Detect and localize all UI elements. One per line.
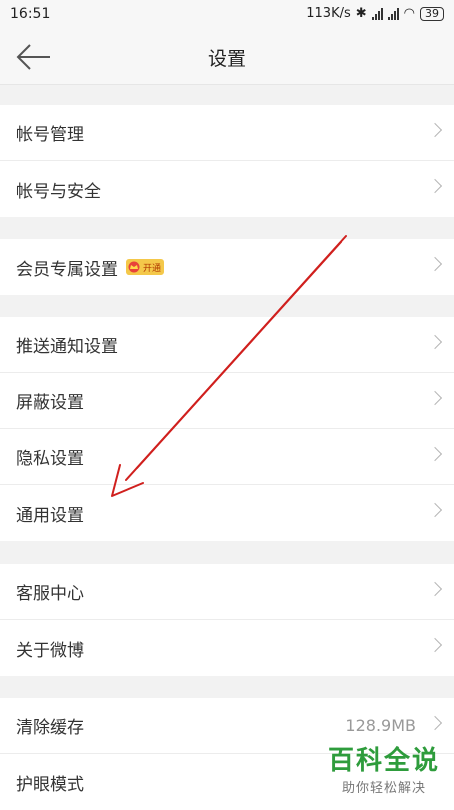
bluetooth-icon: ✱ [355,6,367,21]
status-icons: 113K/s ✱ ◠ 39 [306,6,444,21]
top-nav: 设置 [0,30,454,85]
row-label: 清除缓存 [16,718,84,738]
signal-icon [371,7,383,20]
row-label: 会员专属设置 [16,259,118,280]
chevron-right-icon [427,178,443,194]
watermark-subtitle: 助你轻松解决 [341,781,426,796]
vip-badge-text: 开通 [143,263,162,274]
row-general-settings[interactable]: 通用设置 [0,485,454,541]
chevron-right-icon [427,446,443,462]
row-label: 关于微博 [16,640,84,661]
status-time: 16:51 [10,6,51,22]
row-label: 通用设置 [16,505,84,526]
row-push-notifications[interactable]: 推送通知设置 [0,317,454,373]
row-label: 推送通知设置 [16,337,118,357]
status-bar: 16:51 113K/s ✱ ◠ 39 [0,0,454,30]
chevron-right-icon [427,715,443,731]
chevron-right-icon [427,581,443,597]
battery-icon: 39 [420,6,444,21]
row-account-security[interactable]: 帐号与安全 [0,161,454,217]
signal-icon-2 [387,7,399,20]
chevron-right-icon [427,390,443,406]
vip-badge: 开通 [126,259,165,275]
row-account-management[interactable]: 帐号管理 [0,105,454,161]
page-title: 设置 [207,48,246,70]
watermark-title: 百科全说 [327,746,440,776]
row-label: 帐号管理 [16,125,84,145]
chevron-right-icon [427,637,443,653]
row-customer-service[interactable]: 客服中心 [0,564,454,620]
chevron-right-icon [427,502,443,518]
row-about-weibo[interactable]: 关于微博 [0,620,454,676]
crown-icon [128,261,140,273]
watermark-logo: 百科全说 助你轻松解决 [328,740,440,796]
network-speed: 113K/s [306,6,351,21]
row-label: 帐号与安全 [16,181,101,202]
chevron-right-icon [427,334,443,350]
row-label: 隐私设置 [16,449,84,469]
row-block-settings[interactable]: 屏蔽设置 [0,373,454,429]
chevron-right-icon [427,122,443,138]
row-privacy-settings[interactable]: 隐私设置 [0,429,454,485]
row-label: 护眼模式 [16,774,84,795]
row-label: 客服中心 [16,584,84,604]
chevron-right-icon [427,256,443,272]
settings-group-general: 推送通知设置 屏蔽设置 隐私设置 通用设置 [0,317,454,541]
settings-group-vip: 会员专属设置 开通 [0,239,454,295]
wifi-icon: ◠ [403,6,415,21]
row-label: 屏蔽设置 [16,393,84,413]
settings-group-account: 帐号管理 帐号与安全 [0,105,454,217]
cache-size-value: 128.9MB [345,716,416,735]
row-vip-settings[interactable]: 会员专属设置 开通 [0,239,454,295]
settings-group-help: 客服中心 关于微博 [0,564,454,676]
